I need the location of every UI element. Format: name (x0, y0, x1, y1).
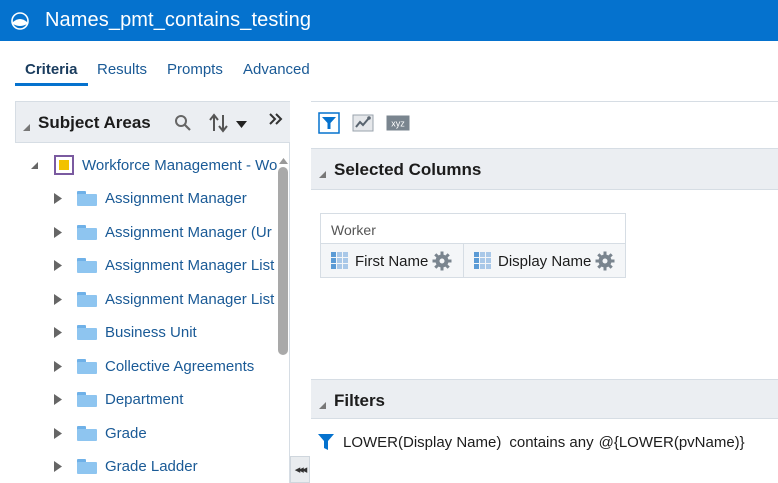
gear-icon[interactable] (595, 251, 615, 271)
tab-bar: Criteria Results Prompts Advanced (0, 41, 778, 91)
filters-header: Filters (311, 379, 778, 419)
tree-item-label: Grade Ladder (105, 457, 198, 475)
column-row: First Name Display Name (321, 243, 625, 278)
tree-item[interactable]: Assignment Manager (53, 183, 247, 213)
app-header: Names_pmt_contains_testing (0, 0, 778, 41)
chart-icon[interactable] (352, 112, 374, 134)
expand-triangle-icon[interactable] (53, 192, 63, 204)
tab-prompts[interactable]: Prompts (167, 61, 223, 78)
tree-item-label: Department (105, 390, 184, 408)
collapse-triangle-icon[interactable] (29, 161, 39, 170)
tree-item-label: Assignment Manager List (105, 290, 275, 308)
filter-column[interactable]: LOWER(Display Name) (343, 434, 501, 451)
xyz-label: xyz (391, 119, 405, 129)
page-title: Names_pmt_contains_testing (45, 9, 312, 31)
expand-triangle-icon[interactable] (53, 393, 63, 405)
tree-item[interactable]: Department (53, 384, 183, 414)
filter-operator: contains any (509, 433, 594, 451)
tree-root-workforce-management[interactable]: Workforce Management - Wo (29, 150, 277, 180)
column-chip-first-name[interactable]: First Name (331, 244, 452, 278)
search-icon[interactable] (174, 114, 192, 137)
expand-triangle-icon[interactable] (53, 259, 63, 271)
column-chip-display-name[interactable]: Display Name (474, 244, 615, 278)
expand-triangle-icon[interactable] (53, 360, 63, 372)
analytics-logo-icon (11, 11, 29, 30)
tab-results[interactable]: Results (97, 61, 147, 78)
column-divider (463, 244, 464, 278)
folder-icon (77, 458, 97, 474)
filter-item[interactable]: LOWER(Display Name) contains any @{LOWER… (318, 432, 745, 452)
tree-item[interactable]: Grade (53, 418, 147, 448)
tab-criteria[interactable]: Criteria (25, 61, 78, 78)
column-label: First Name (355, 252, 429, 270)
folder-icon (77, 358, 97, 374)
scrollbar-thumb[interactable] (278, 167, 288, 355)
column-folder-group: Worker First Name Display Name (320, 213, 626, 278)
subject-area-tree: Workforce Management - Wo Assignment Man… (15, 144, 277, 483)
gear-icon[interactable] (432, 251, 452, 271)
expand-triangle-icon[interactable] (53, 226, 63, 238)
column-grid-icon (331, 252, 349, 270)
tree-item-label: Collective Agreements (105, 357, 255, 375)
column-folder-label: Worker (331, 222, 376, 238)
expand-triangle-icon[interactable] (53, 326, 63, 338)
folder-icon (77, 391, 97, 407)
folder-icon (77, 190, 97, 206)
folder-icon (77, 291, 97, 307)
folder-icon (77, 257, 97, 273)
folder-icon (77, 425, 97, 441)
column-grid-icon (474, 252, 492, 270)
tree-item-label: Assignment Manager (105, 189, 247, 207)
subject-areas-header: Subject Areas (15, 101, 290, 143)
expand-triangle-icon[interactable] (53, 293, 63, 305)
tree-item-label: Grade (105, 424, 147, 442)
expand-triangle-icon[interactable] (53, 460, 63, 472)
subject-areas-title: Subject Areas (38, 113, 151, 132)
chevron-down-icon[interactable] (236, 116, 247, 134)
subject-area-icon (54, 155, 74, 175)
tree-item-label: Assignment Manager (Ur (105, 223, 272, 241)
folder-icon (77, 224, 97, 240)
tab-advanced[interactable]: Advanced (243, 61, 310, 78)
tree-item[interactable]: Assignment Manager List (53, 250, 274, 280)
selected-columns-header: Selected Columns (311, 148, 778, 190)
filter-icon[interactable] (318, 112, 340, 134)
filter-value: @{LOWER(pvName)} (598, 433, 745, 451)
xyz-icon[interactable]: xyz (386, 112, 410, 134)
tree-item-label: Business Unit (105, 323, 197, 341)
collapse-panel-handle[interactable]: ◂◂◂ (290, 456, 310, 483)
subject-areas-panel: Subject Areas Workforce Management - Wo … (15, 101, 290, 483)
filters-title: Filters (334, 391, 386, 410)
tree-item[interactable]: Assignment Manager (Ur (53, 217, 272, 247)
criteria-toolbar: xyz (311, 101, 778, 145)
collapse-triangle-icon[interactable] (318, 166, 327, 184)
sort-icon[interactable] (209, 113, 231, 138)
selected-columns-title: Selected Columns (334, 160, 482, 179)
collapse-triangle-icon[interactable] (22, 119, 31, 137)
column-label: Display Name (498, 252, 592, 270)
tree-item[interactable]: Assignment Manager List (53, 284, 274, 314)
filter-funnel-icon (318, 433, 334, 451)
collapse-triangle-icon[interactable] (318, 397, 327, 415)
double-chevron-right-icon[interactable] (268, 110, 284, 134)
tree-root-label: Workforce Management - Wo (82, 156, 277, 174)
tree-item[interactable]: Collective Agreements (53, 351, 254, 381)
expand-triangle-icon[interactable] (53, 427, 63, 439)
tree-item[interactable]: Grade Ladder (53, 451, 198, 481)
tree-item-label: Assignment Manager List (105, 256, 275, 274)
active-tab-indicator (15, 83, 88, 86)
folder-icon (77, 324, 97, 340)
tree-item[interactable]: Business Unit (53, 317, 197, 347)
